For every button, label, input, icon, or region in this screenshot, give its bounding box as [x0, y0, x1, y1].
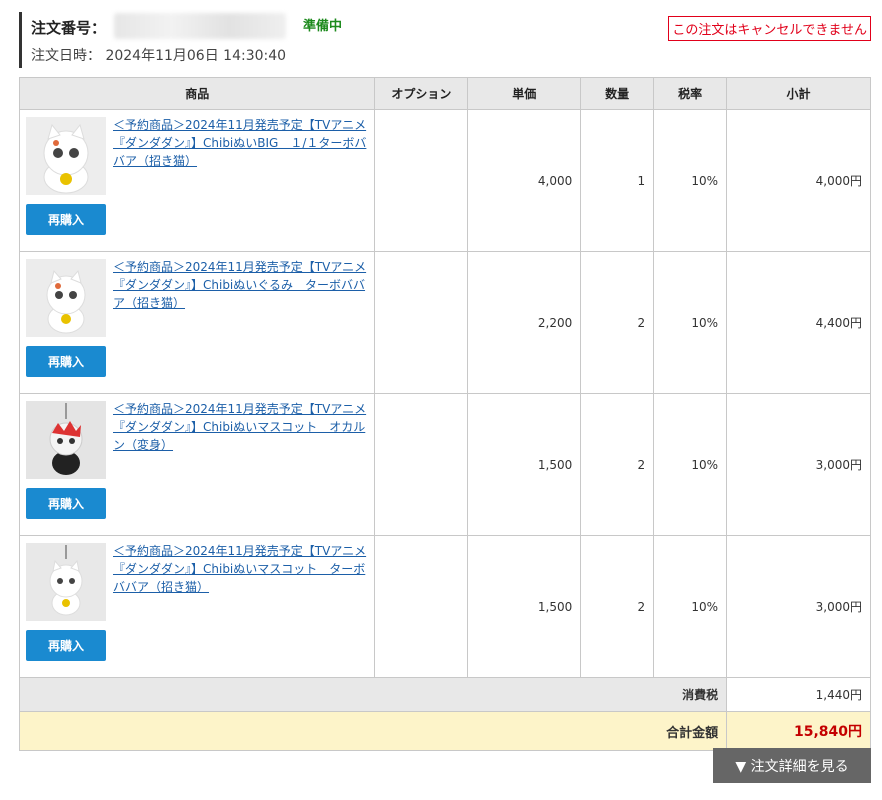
product-image[interactable]: [26, 117, 106, 195]
column-header: 税率: [653, 77, 728, 110]
unit-price-cell: 2,200: [467, 251, 582, 394]
product-cell: 再購入 ＜予約商品＞2024年11月発売予定【TVアニメ『ダンダダン』】Chib…: [18, 535, 376, 678]
product-link[interactable]: ＜予約商品＞2024年11月発売予定【TVアニメ『ダンダダン』】Chibiぬいマ…: [113, 400, 368, 454]
cancel-notice: この注文はキャンセルできません: [668, 16, 871, 41]
tax-rate-cell: 10%: [653, 535, 728, 678]
table-row: 再購入 ＜予約商品＞2024年11月発売予定【TVアニメ『ダンダダン』】Chib…: [18, 393, 871, 536]
tax-rate-cell: 10%: [653, 109, 728, 252]
order-number-label: 注文番号：: [31, 19, 107, 37]
tax-value: 1,440円: [726, 677, 871, 712]
tax-label: 消費税: [18, 677, 728, 712]
column-header: 単価: [467, 77, 582, 110]
product-link[interactable]: ＜予約商品＞2024年11月発売予定【TVアニメ『ダンダダン』】Chibiぬいぐ…: [113, 258, 368, 312]
option-cell: [374, 393, 469, 536]
column-header: 商品: [18, 77, 376, 110]
product-cell: 再購入 ＜予約商品＞2024年11月発売予定【TVアニメ『ダンダダン』】Chib…: [18, 393, 376, 536]
product-cell: 再購入 ＜予約商品＞2024年11月発売予定【TVアニメ『ダンダダン』】Chib…: [18, 251, 376, 394]
column-header: 数量: [580, 77, 655, 110]
table-row: 再購入 ＜予約商品＞2024年11月発売予定【TVアニメ『ダンダダン』】Chib…: [18, 109, 871, 252]
product-link[interactable]: ＜予約商品＞2024年11月発売予定【TVアニメ『ダンダダン』】ChibiぬいB…: [113, 116, 368, 170]
option-cell: [374, 251, 469, 394]
product-image[interactable]: [26, 543, 106, 621]
quantity-cell: 2: [580, 393, 655, 536]
total-row: 合計金額 15,840円: [18, 711, 871, 751]
quantity-cell: 1: [580, 109, 655, 252]
subtotal-cell: 3,000円: [726, 535, 871, 678]
order-detail-button[interactable]: ▼ 注文詳細を見る: [713, 748, 871, 783]
header-accent-bar: [19, 12, 22, 68]
rebuy-button[interactable]: 再購入: [26, 630, 106, 661]
option-cell: [374, 109, 469, 252]
order-items-table: 商品 オプション 単価 数量 税率 小計 再購入 ＜予約商品＞2024年11月発…: [18, 77, 871, 751]
table-row: 再購入 ＜予約商品＞2024年11月発売予定【TVアニメ『ダンダダン』】Chib…: [18, 251, 871, 394]
quantity-cell: 2: [580, 535, 655, 678]
tax-rate-cell: 10%: [653, 393, 728, 536]
rebuy-button[interactable]: 再購入: [26, 488, 106, 519]
table-row: 再購入 ＜予約商品＞2024年11月発売予定【TVアニメ『ダンダダン』】Chib…: [18, 535, 871, 678]
unit-price-cell: 4,000: [467, 109, 582, 252]
product-image[interactable]: [26, 401, 106, 479]
tax-rate-cell: 10%: [653, 251, 728, 394]
total-value: 15,840円: [726, 711, 871, 751]
option-cell: [374, 535, 469, 678]
order-number-redacted: [114, 13, 286, 39]
order-header: 注文番号： 準備中 注文日時： 2024年11月06日 14:30:40 この注…: [19, 10, 871, 68]
order-status: 準備中: [303, 19, 343, 34]
product-link[interactable]: ＜予約商品＞2024年11月発売予定【TVアニメ『ダンダダン』】Chibiぬいマ…: [113, 542, 368, 596]
product-cell: 再購入 ＜予約商品＞2024年11月発売予定【TVアニメ『ダンダダン』】Chib…: [18, 109, 376, 252]
subtotal-cell: 4,000円: [726, 109, 871, 252]
column-header: オプション: [374, 77, 469, 110]
table-header-row: 商品 オプション 単価 数量 税率 小計: [18, 77, 871, 110]
column-header: 小計: [726, 77, 871, 110]
tax-row: 消費税 1,440円: [18, 677, 871, 712]
order-date: 注文日時： 2024年11月06日 14:30:40: [31, 48, 287, 64]
rebuy-button[interactable]: 再購入: [26, 204, 106, 235]
quantity-cell: 2: [580, 251, 655, 394]
unit-price-cell: 1,500: [467, 393, 582, 536]
rebuy-button[interactable]: 再購入: [26, 346, 106, 377]
product-image[interactable]: [26, 259, 106, 337]
subtotal-cell: 4,400円: [726, 251, 871, 394]
total-label: 合計金額: [18, 711, 728, 751]
unit-price-cell: 1,500: [467, 535, 582, 678]
subtotal-cell: 3,000円: [726, 393, 871, 536]
